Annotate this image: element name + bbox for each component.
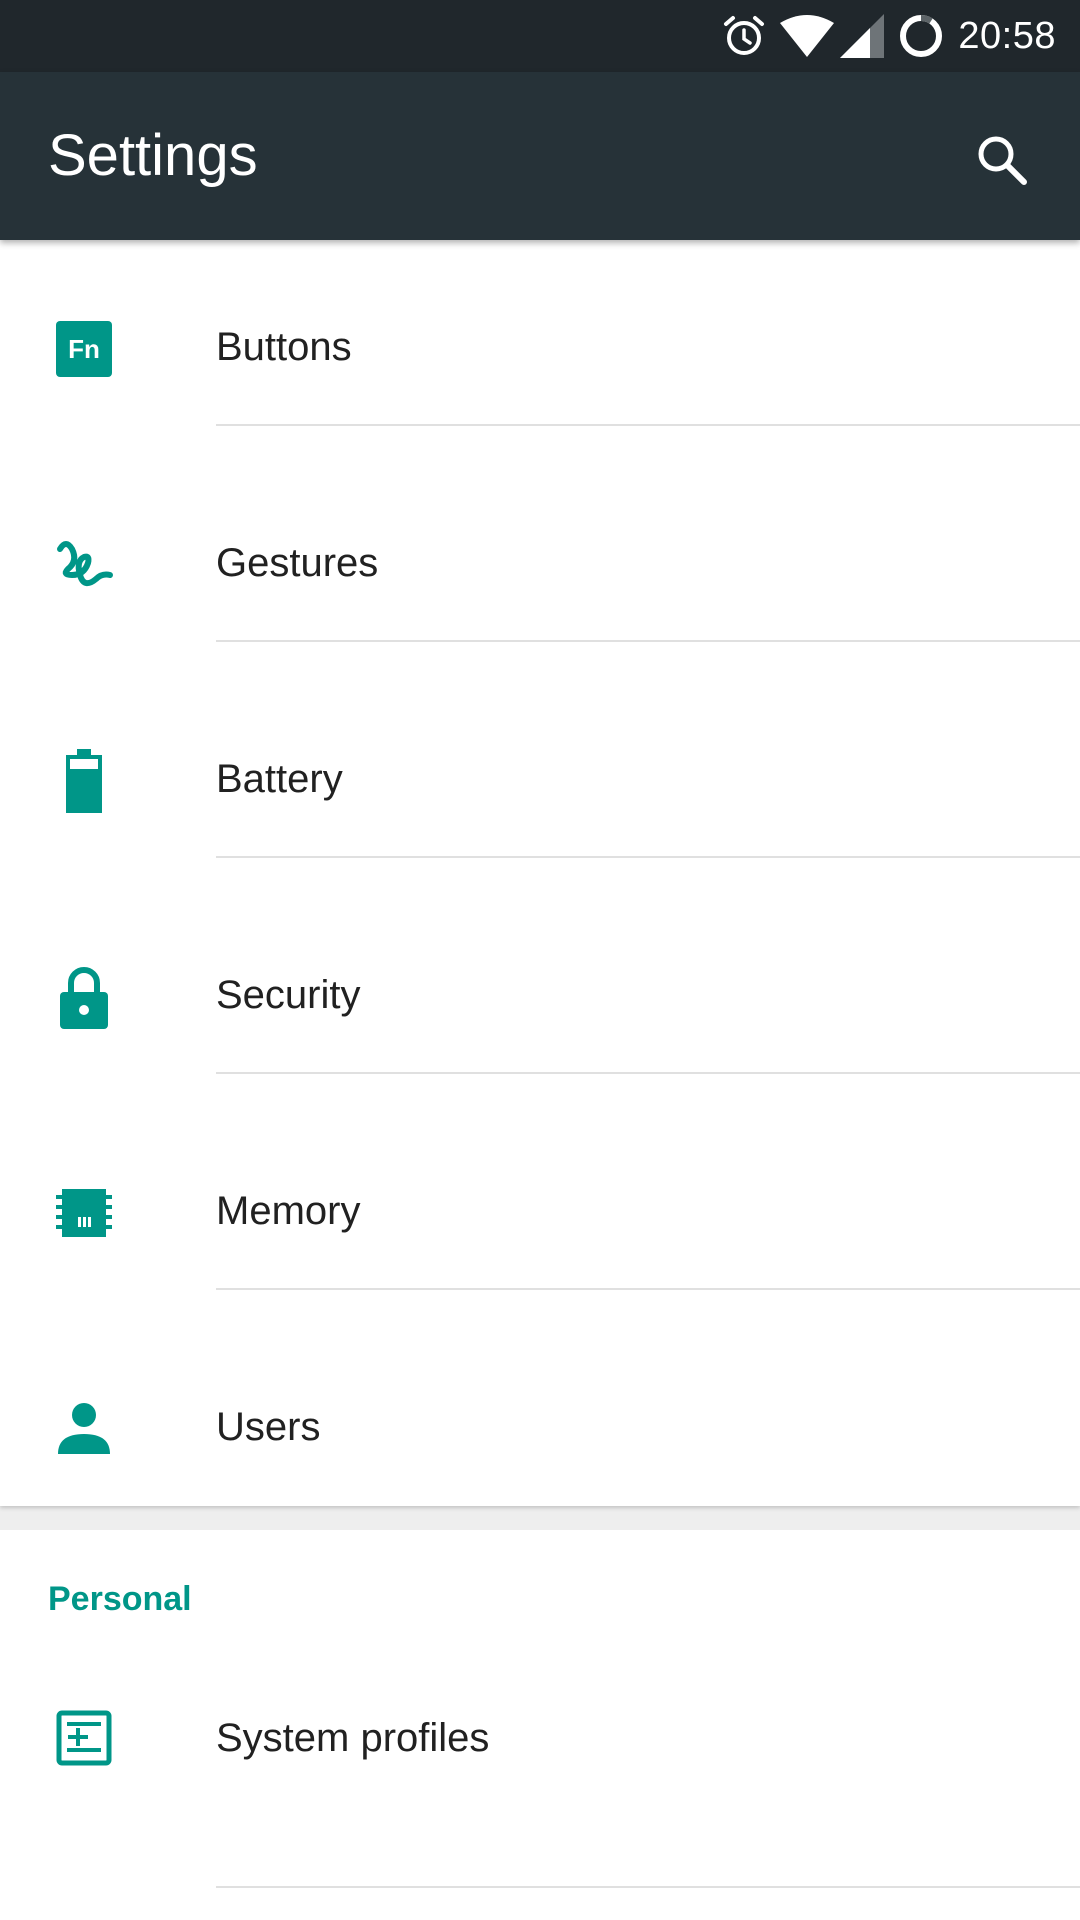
alarm-icon [722, 14, 766, 58]
settings-item-battery[interactable]: Battery [0, 672, 1080, 887]
divider [216, 1072, 1080, 1074]
settings-item-label: System profiles [216, 1716, 490, 1760]
fn-key-icon: Fn [54, 319, 114, 379]
cell-signal-icon [840, 14, 885, 58]
wifi-icon [780, 15, 835, 57]
personal-section: Personal System profiles [0, 1530, 1080, 1920]
memory-chip-icon [54, 1183, 114, 1243]
page-title: Settings [48, 123, 258, 188]
system-profiles-icon [54, 1708, 114, 1768]
section-header: Personal [48, 1580, 192, 1618]
settings-item-users[interactable]: Users [0, 1320, 1080, 1535]
settings-item-memory[interactable]: Memory [0, 1104, 1080, 1319]
settings-item-label: Gestures [216, 541, 379, 585]
settings-item-security[interactable]: Security [0, 888, 1080, 1103]
svg-text:Fn: Fn [68, 334, 100, 364]
settings-item-label: Buttons [216, 325, 352, 369]
settings-item-gestures[interactable]: Gestures [0, 456, 1080, 671]
app-bar: Settings [0, 72, 1080, 240]
divider [216, 856, 1080, 858]
settings-item-label: Security [216, 973, 361, 1017]
clock-time: 20:58 [958, 14, 1056, 57]
search-button[interactable] [966, 124, 1038, 196]
settings-list: Fn Buttons Gestures Battery Security Mem… [0, 240, 1080, 1506]
battery-icon [54, 749, 114, 813]
lock-icon [54, 967, 114, 1029]
settings-item-system-profiles[interactable]: System profiles [0, 1626, 1080, 1850]
divider [216, 640, 1080, 642]
divider [216, 1288, 1080, 1290]
settings-item-buttons[interactable]: Fn Buttons [0, 240, 1080, 455]
person-icon [54, 1399, 114, 1459]
divider [216, 424, 1080, 426]
settings-item-label: Memory [216, 1189, 361, 1233]
gesture-icon [54, 535, 114, 595]
settings-item-label: Users [216, 1405, 321, 1449]
search-icon [978, 136, 1027, 185]
battery-ring-icon [898, 13, 944, 59]
status-bar: 20:58 [0, 0, 1080, 72]
settings-item-label: Battery [216, 757, 343, 801]
divider [216, 1886, 1080, 1888]
